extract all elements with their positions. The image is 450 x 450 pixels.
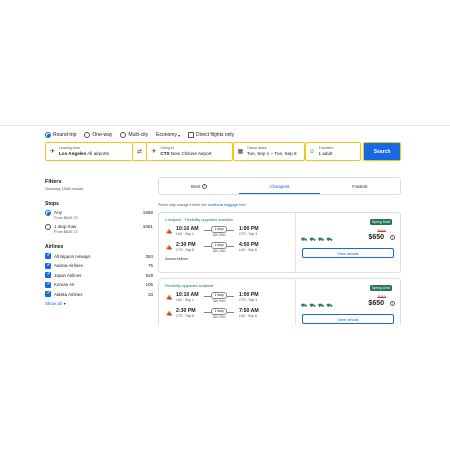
chevron-down-icon: ▾ — [177, 132, 180, 138]
going-code: CTS — [160, 150, 170, 156]
amenities: ⛟ ⛟ ⛟ ⛟ — [301, 238, 334, 243]
outbound-segment: 10:10 AM LAX · Sep 1 1 stop 34h 50m 1:00 P… — [165, 226, 289, 239]
seat-icon: ⛟ — [301, 303, 308, 309]
checkbox-icon — [45, 252, 51, 260]
info-icon[interactable]: i — [390, 301, 395, 306]
airlines-title: Airlines — [45, 244, 64, 250]
radio-icon — [45, 132, 51, 138]
airline-filter-asiana[interactable]: Asiana Airlines75 — [45, 262, 153, 270]
flight-result-card[interactable]: Flexibility upgrades available 10:10 AM L… — [158, 278, 401, 325]
trip-roundtrip[interactable]: Round-trip — [45, 132, 76, 138]
calendar-icon: ▦ — [237, 149, 244, 155]
sort-tabs: Best i Cheapest Fastest — [158, 177, 401, 195]
seat-icon: ⛟ — [301, 237, 308, 243]
return-segment: 2:30 PM CTS · Sep 8 1 stop 32h 20m 7:50 AM… — [165, 308, 289, 321]
stop-option-any[interactable]: Any From $649.72 1558 — [45, 210, 153, 220]
info-icon[interactable]: i — [202, 183, 208, 189]
info-icon[interactable]: i — [390, 235, 395, 240]
direct-flights-checkbox[interactable]: Direct flights only — [187, 132, 234, 138]
airline-filter-alaska[interactable]: Alaska Airlines33 — [45, 290, 153, 298]
trip-options-row: Round-trip One-way Multi-city Economy ▾ D… — [45, 129, 234, 141]
flight-result-card[interactable]: Cheapest · Flexibility upgrades availabl… — [158, 212, 401, 273]
radio-icon — [84, 132, 91, 138]
airline-filter-korean[interactable]: Korean Air106 — [45, 281, 153, 289]
travelers-field[interactable]: ☺ Travelers 1 adult — [304, 142, 362, 161]
airline-logo-icon — [165, 228, 173, 234]
leaving-from-field[interactable]: ✈ Leaving from Los Angeles All airports — [45, 142, 133, 161]
change-icon: ⛟ — [326, 237, 333, 243]
search-bar: ✈ Leaving from Los Angeles All airports … — [45, 142, 402, 161]
radio-icon — [45, 210, 51, 216]
search-button[interactable]: Search — [363, 142, 402, 161]
deal-badge: Spring Deal — [369, 285, 392, 291]
results-count: Showing 1558 results — [45, 186, 84, 191]
view-details-button[interactable]: View details — [302, 314, 394, 324]
trip-multicity[interactable]: Multi-city — [120, 132, 148, 138]
chevron-down-icon: ▾ — [63, 300, 66, 306]
checkbox-icon — [45, 271, 51, 279]
baggage-notice: Prices may change if there are additiona… — [158, 203, 246, 207]
stop-count: 1558 — [142, 210, 153, 215]
checkbox-icon — [45, 262, 51, 269]
checkbox-icon — [45, 281, 51, 288]
carrier-name: Asiana Airlines — [165, 257, 188, 261]
cabin-class-select[interactable]: Economy ▾ — [156, 132, 180, 138]
old-price: $660 — [377, 229, 386, 233]
person-icon: ☺ — [308, 148, 316, 155]
result-badge: Cheapest · Flexibility upgrades availabl… — [165, 218, 234, 222]
radio-icon — [120, 132, 127, 138]
going-to-field[interactable]: ✈ Going to CTS New Chitose Airport — [146, 142, 233, 161]
amenities: ⛟ ⛟ ⛟ ⛟ — [301, 304, 334, 309]
leaving-detail: All airports — [87, 150, 109, 156]
airline-filter-jal[interactable]: Japan Airlines529 — [45, 271, 153, 279]
airline-logo-icon — [165, 310, 173, 316]
leaving-city: Los Angeles — [59, 150, 87, 156]
bag-icon: ⛟ — [318, 237, 325, 243]
tab-cheapest[interactable]: Cheapest — [239, 178, 320, 194]
price: $650 — [368, 234, 384, 241]
flight-search-app: Round-trip One-way Multi-city Economy ▾ D… — [0, 125, 450, 325]
old-price: $660 — [377, 295, 386, 299]
show-all-airlines-link[interactable]: Show all ▾ — [45, 301, 153, 306]
bag-icon: ⛟ — [318, 303, 325, 309]
deal-badge: Spring Deal — [369, 219, 392, 225]
plane-arrive-icon: ✈ — [151, 149, 157, 155]
bag-icon: ⛟ — [309, 237, 316, 243]
airline-filter-ana[interactable]: All Nippon Airways384 — [45, 252, 153, 260]
change-icon: ⛟ — [326, 303, 333, 309]
tab-fastest[interactable]: Fastest — [320, 178, 400, 194]
baggage-fees-link[interactable]: additional baggage fees — [208, 203, 246, 207]
view-details-button[interactable]: View details — [302, 248, 394, 258]
airline-logo-icon — [165, 244, 173, 250]
filters-title: Filters — [45, 179, 62, 185]
result-badge: Flexibility upgrades available — [165, 284, 214, 288]
trip-oneway[interactable]: One-way — [84, 132, 112, 138]
plane-depart-icon: ✈ — [49, 149, 56, 155]
bag-icon: ⛟ — [309, 303, 316, 309]
price: $650 — [368, 300, 384, 307]
results-panel: Best i Cheapest Fastest Prices may change… — [158, 177, 401, 325]
radio-icon — [45, 224, 51, 230]
stop-option-1-stop[interactable]: 1 stop max From $649.72 1061 — [45, 224, 153, 234]
swap-icon[interactable]: ⇄ — [132, 142, 147, 161]
checkbox-icon — [187, 132, 194, 138]
filters-panel: Filters Showing 1558 results Stops Any Fr… — [45, 179, 153, 306]
checkbox-icon — [45, 290, 51, 298]
stop-count: 1061 — [142, 224, 153, 229]
outbound-segment: 10:10 AM LAX · Sep 1 1 stop 34h 50m 1:00 P… — [165, 292, 289, 305]
airline-logo-icon — [165, 294, 173, 300]
travel-dates-field[interactable]: ▦ Travel dates Tue, Sep 1 – Tue, Sep 8 — [232, 142, 305, 161]
tab-best[interactable]: Best i — [159, 178, 239, 194]
stops-title: Stops — [45, 201, 59, 207]
going-detail: New Chitose Airport — [170, 150, 212, 156]
return-segment: 2:30 PM CTS · Sep 8 1 stop 18h 20m 4:50 PM… — [165, 242, 289, 255]
